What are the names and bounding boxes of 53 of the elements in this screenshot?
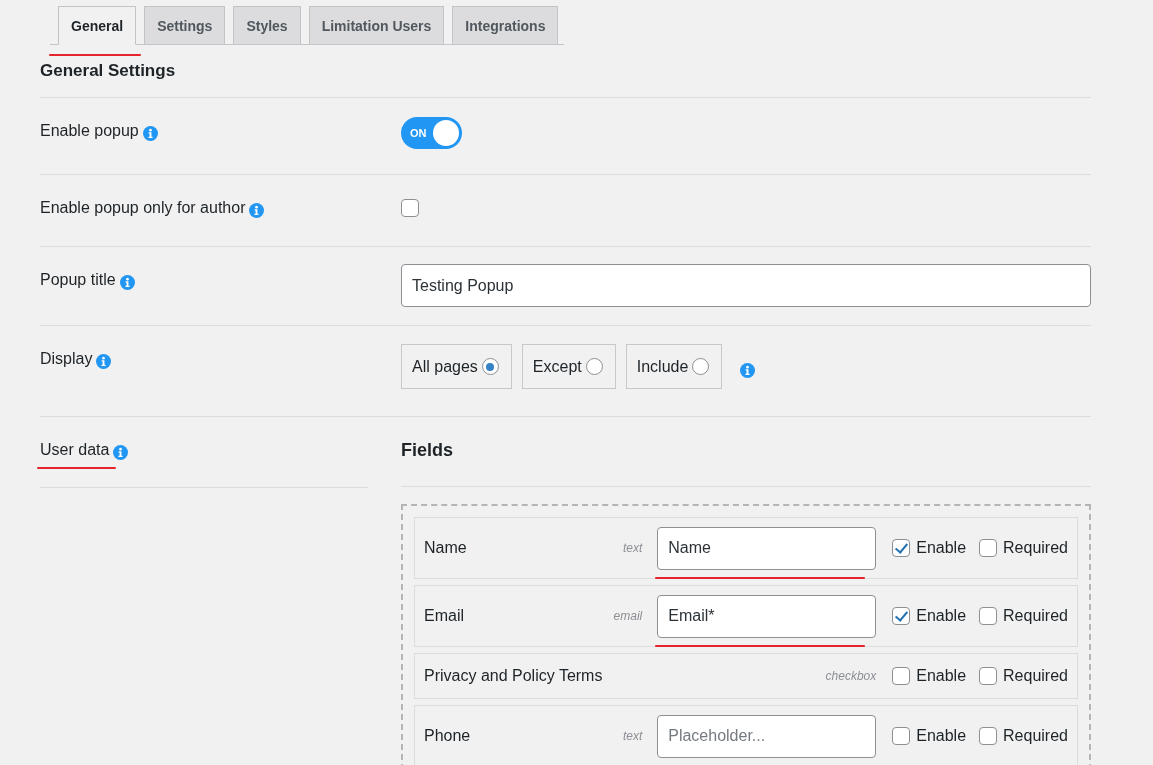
setting-label: Enable popup only for author [40,198,246,218]
radio-button[interactable] [585,358,603,375]
text-input[interactable]: Name [657,526,877,570]
radio-option[interactable]: Include [625,344,723,389]
radio-option[interactable]: All pages [401,344,512,389]
field-type: email [613,609,643,623]
checkbox-label[interactable]: Required [1003,539,1068,557]
setting-label: Enable popup [40,121,139,141]
info-icon [249,202,265,218]
info-icon [142,125,158,141]
checkbox-label[interactable]: Required [1003,667,1068,685]
section-title: General Settings [40,45,1091,98]
field-type: text [622,541,643,555]
radio-button[interactable] [481,358,499,375]
tab[interactable]: Integrations [452,6,559,45]
info-icon [119,274,135,290]
checkbox-label[interactable]: Enable [916,607,967,625]
setting-label: Popup title [40,270,116,290]
info-icon [740,363,756,378]
checkbox[interactable] [979,539,998,557]
info-icon [96,353,112,369]
tab[interactable]: General [58,6,137,45]
field-label: Email [424,607,465,625]
field-label: Privacy and Policy Terms [424,667,604,685]
setting-label: User data [40,441,110,458]
field-type: checkbox [825,669,877,683]
checkbox[interactable] [979,727,998,745]
tab[interactable]: Settings [144,6,226,45]
checkbox[interactable] [979,667,998,685]
field-label: Name [424,539,468,557]
checkbox[interactable] [401,199,419,217]
fields-heading: Fields [401,417,1091,487]
text-input[interactable]: Testing Popup [401,264,1091,307]
text-input[interactable]: Email* [657,594,877,638]
checkbox-label[interactable]: Required [1003,607,1068,625]
checkbox[interactable] [892,539,911,557]
setting-label: Display [40,349,93,369]
radio-option[interactable]: Except [521,344,616,389]
info-icon [113,444,129,460]
tab[interactable]: Styles [233,6,301,45]
field-type: text [622,729,643,743]
checkbox[interactable] [892,727,911,745]
checkbox-label[interactable]: Required [1003,727,1068,745]
tab[interactable]: Limitation Users [308,6,445,45]
checkbox[interactable] [979,607,998,625]
checkbox-label[interactable]: Enable [916,727,967,745]
text-input[interactable]: Placeholder... [657,714,877,758]
checkbox-label[interactable]: Enable [916,667,967,685]
radio-button[interactable] [692,358,710,375]
field-label: Phone [424,727,472,745]
checkbox[interactable] [892,607,911,625]
checkbox[interactable] [892,667,911,685]
checkbox-label[interactable]: Enable [916,539,967,557]
